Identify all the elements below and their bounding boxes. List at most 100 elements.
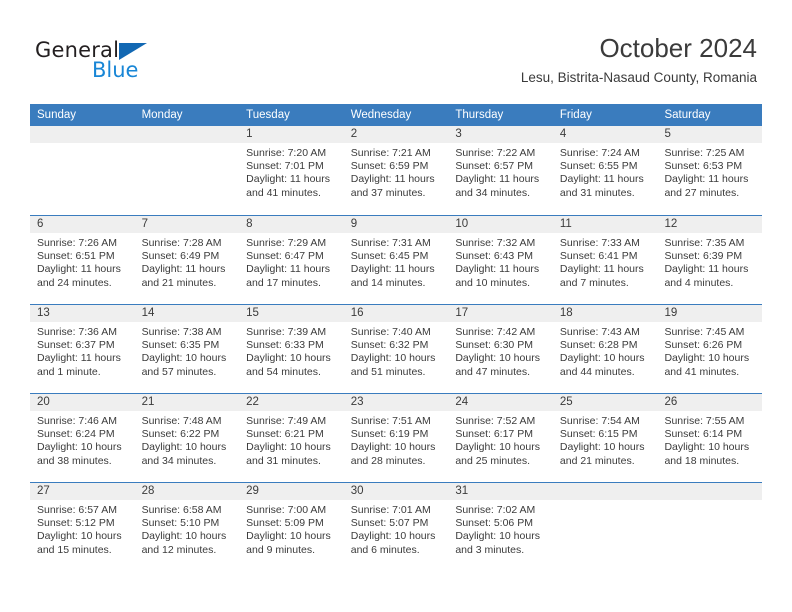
day-details: Sunrise: 7:52 AM Sunset: 6:17 PM Daylight:…: [448, 411, 553, 468]
day-number: 28: [134, 483, 240, 500]
calendar-day-cell-empty: [134, 126, 240, 215]
day-details: Sunrise: 7:28 AM Sunset: 6:49 PM Daylight:…: [135, 233, 240, 290]
daylight-duration-line1: Daylight: 11 hours: [664, 263, 749, 276]
sunrise-time: Sunrise: 7:21 AM: [350, 147, 431, 159]
daylight-duration-line1: Daylight: 10 hours: [37, 441, 122, 454]
calendar-day-cell[interactable]: 4 Sunrise: 7:24 AM Sunset: 6:55 PM Daylight…: [552, 126, 658, 215]
calendar-day-cell[interactable]: 9 Sunrise: 7:31 AM Sunset: 6:45 PM Daylight…: [343, 216, 449, 304]
sunrise-time: Sunrise: 7:00 AM: [246, 504, 327, 516]
daylight-duration-line1: Daylight: 10 hours: [455, 352, 540, 365]
calendar-day-cell[interactable]: 24 Sunrise: 7:52 AM Sunset: 6:17 PM Dayligh…: [448, 394, 553, 482]
day-header-monday: Monday: [141, 109, 183, 121]
day-number: [134, 126, 240, 143]
daylight-duration-line1: Daylight: 11 hours: [559, 173, 644, 186]
sunset-time: Sunset: 6:22 PM: [141, 428, 220, 441]
day-details: Sunrise: 7:54 AM Sunset: 6:15 PM Daylight:…: [553, 411, 658, 468]
day-of-week-header-row: Sunday Monday Tuesday Wednesday Thursday…: [30, 104, 762, 126]
calendar-week-row: 6 Sunrise: 7:26 AM Sunset: 6:51 PM Daylight…: [30, 215, 763, 304]
calendar-day-cell[interactable]: 31 Sunrise: 7:02 AM Sunset: 5:06 PM Dayligh…: [448, 483, 553, 571]
day-number: 7: [134, 216, 240, 233]
calendar-day-cell[interactable]: 18 Sunrise: 7:43 AM Sunset: 6:28 PM Dayligh…: [552, 305, 658, 393]
calendar-day-cell[interactable]: 10 Sunrise: 7:32 AM Sunset: 6:43 PM Dayligh…: [448, 216, 553, 304]
calendar-day-cell-empty: [552, 483, 658, 571]
daylight-duration-line2: and 44 minutes.: [559, 365, 635, 378]
day-details: Sunrise: 7:49 AM Sunset: 6:21 PM Daylight:…: [239, 411, 344, 468]
daylight-duration-line2: and 31 minutes.: [246, 454, 321, 467]
day-number: 17: [448, 305, 553, 322]
day-details: Sunrise: 7:35 AM Sunset: 6:39 PM Daylight:…: [657, 233, 762, 290]
daylight-duration-line2: and 14 minutes.: [350, 276, 426, 289]
calendar-day-cell[interactable]: 14 Sunrise: 7:38 AM Sunset: 6:35 PM Dayligh…: [134, 305, 240, 393]
sunrise-time: Sunrise: 7:49 AM: [246, 415, 327, 427]
daylight-duration-line1: Daylight: 10 hours: [141, 530, 227, 543]
daylight-duration-line1: Daylight: 10 hours: [559, 441, 645, 454]
sunrise-time: Sunrise: 7:38 AM: [141, 326, 222, 338]
day-number: 24: [448, 394, 553, 411]
daylight-duration-line1: Daylight: 10 hours: [141, 352, 227, 365]
sunset-time: Sunset: 6:28 PM: [559, 339, 638, 352]
day-number: 5: [657, 126, 763, 143]
sunset-time: Sunset: 5:07 PM: [350, 517, 429, 530]
daylight-duration-line1: Daylight: 10 hours: [455, 441, 540, 454]
day-details: Sunrise: 7:42 AM Sunset: 6:30 PM Daylight:…: [448, 322, 553, 379]
calendar-day-cell[interactable]: 7 Sunrise: 7:28 AM Sunset: 6:49 PM Daylight…: [134, 216, 240, 304]
daylight-duration-line2: and 4 minutes.: [664, 276, 734, 289]
calendar-day-cell[interactable]: 21 Sunrise: 7:48 AM Sunset: 6:22 PM Dayligh…: [134, 394, 240, 482]
calendar-day-cell[interactable]: 6 Sunrise: 7:26 AM Sunset: 6:51 PM Daylight…: [30, 216, 135, 304]
sunset-time: Sunset: 6:59 PM: [350, 160, 429, 173]
calendar-day-cell[interactable]: 8 Sunrise: 7:29 AM Sunset: 6:47 PM Daylight…: [239, 216, 344, 304]
daylight-duration-line2: and 24 minutes.: [37, 276, 112, 289]
sunset-time: Sunset: 6:35 PM: [141, 339, 220, 352]
calendar-day-cell[interactable]: 17 Sunrise: 7:42 AM Sunset: 6:30 PM Dayligh…: [448, 305, 553, 393]
calendar-day-cell[interactable]: 1 Sunrise: 7:20 AM Sunset: 7:01 PM Daylight…: [239, 126, 344, 215]
day-number: 27: [30, 483, 135, 500]
day-number: 26: [657, 394, 763, 411]
daylight-duration-line2: and 18 minutes.: [664, 454, 740, 467]
calendar-day-cell[interactable]: 3 Sunrise: 7:22 AM Sunset: 6:57 PM Daylight…: [448, 126, 553, 215]
calendar-day-cell[interactable]: 20 Sunrise: 7:46 AM Sunset: 6:24 PM Dayligh…: [30, 394, 135, 482]
calendar-day-cell[interactable]: 26 Sunrise: 7:55 AM Sunset: 6:14 PM Dayligh…: [657, 394, 763, 482]
daylight-duration-line2: and 17 minutes.: [246, 276, 321, 289]
calendar-day-cell[interactable]: 22 Sunrise: 7:49 AM Sunset: 6:21 PM Dayligh…: [239, 394, 344, 482]
sunrise-time: Sunrise: 7:02 AM: [455, 504, 536, 516]
sunrise-time: Sunrise: 7:45 AM: [664, 326, 745, 338]
daylight-duration-line2: and 57 minutes.: [141, 365, 217, 378]
calendar-day-cell[interactable]: 5 Sunrise: 7:25 AM Sunset: 6:53 PM Daylight…: [657, 126, 763, 215]
calendar-day-cell[interactable]: 15 Sunrise: 7:39 AM Sunset: 6:33 PM Dayligh…: [239, 305, 344, 393]
day-number: 31: [448, 483, 553, 500]
calendar-week-row: 13 Sunrise: 7:36 AM Sunset: 6:37 PM Dayligh…: [30, 304, 763, 393]
day-number: 22: [239, 394, 344, 411]
day-details: Sunrise: 7:43 AM Sunset: 6:28 PM Daylight:…: [553, 322, 658, 379]
day-details: Sunrise: 7:20 AM Sunset: 7:01 PM Daylight:…: [239, 143, 344, 200]
general-blue-logo[interactable]: General Blue: [35, 38, 265, 84]
calendar-day-cell[interactable]: 27 Sunrise: 6:57 AM Sunset: 5:12 PM Dayligh…: [30, 483, 135, 571]
day-number: 19: [657, 305, 763, 322]
calendar-day-cell[interactable]: 30 Sunrise: 7:01 AM Sunset: 5:07 PM Dayligh…: [343, 483, 449, 571]
calendar-day-cell[interactable]: 16 Sunrise: 7:40 AM Sunset: 6:32 PM Dayligh…: [343, 305, 449, 393]
daylight-duration-line1: Daylight: 11 hours: [141, 263, 226, 276]
sunset-time: Sunset: 6:37 PM: [37, 339, 115, 352]
calendar-day-cell[interactable]: 23 Sunrise: 7:51 AM Sunset: 6:19 PM Dayligh…: [343, 394, 449, 482]
daylight-duration-line2: and 25 minutes.: [455, 454, 531, 467]
sunrise-time: Sunrise: 7:52 AM: [455, 415, 536, 427]
calendar-day-cell[interactable]: 25 Sunrise: 7:54 AM Sunset: 6:15 PM Dayligh…: [552, 394, 658, 482]
sunset-time: Sunset: 6:41 PM: [559, 250, 638, 263]
sunset-time: Sunset: 6:24 PM: [37, 428, 115, 441]
day-header-saturday: Saturday: [664, 109, 711, 121]
day-number: [30, 126, 135, 143]
sunrise-time: Sunrise: 7:33 AM: [559, 237, 640, 249]
calendar-day-cell[interactable]: 29 Sunrise: 7:00 AM Sunset: 5:09 PM Dayligh…: [239, 483, 344, 571]
sunrise-time: Sunrise: 7:54 AM: [559, 415, 640, 427]
calendar-day-cell[interactable]: 19 Sunrise: 7:45 AM Sunset: 6:26 PM Dayligh…: [657, 305, 763, 393]
calendar-day-cell[interactable]: 13 Sunrise: 7:36 AM Sunset: 6:37 PM Dayligh…: [30, 305, 135, 393]
daylight-duration-line2: and 38 minutes.: [37, 454, 112, 467]
sunset-time: Sunset: 6:55 PM: [559, 160, 638, 173]
calendar-day-cell[interactable]: 12 Sunrise: 7:35 AM Sunset: 6:39 PM Dayligh…: [657, 216, 763, 304]
calendar-week-row: 20 Sunrise: 7:46 AM Sunset: 6:24 PM Dayligh…: [30, 393, 763, 482]
sunrise-time: Sunrise: 7:39 AM: [246, 326, 327, 338]
calendar-day-cell[interactable]: 28 Sunrise: 6:58 AM Sunset: 5:10 PM Dayligh…: [134, 483, 240, 571]
calendar-day-cell[interactable]: 2 Sunrise: 7:21 AM Sunset: 6:59 PM Daylight…: [343, 126, 449, 215]
sunset-time: Sunset: 6:39 PM: [664, 250, 743, 263]
calendar-day-cell[interactable]: 11 Sunrise: 7:33 AM Sunset: 6:41 PM Dayligh…: [552, 216, 658, 304]
calendar-weeks: 1 Sunrise: 7:20 AM Sunset: 7:01 PM Daylight…: [30, 126, 763, 571]
